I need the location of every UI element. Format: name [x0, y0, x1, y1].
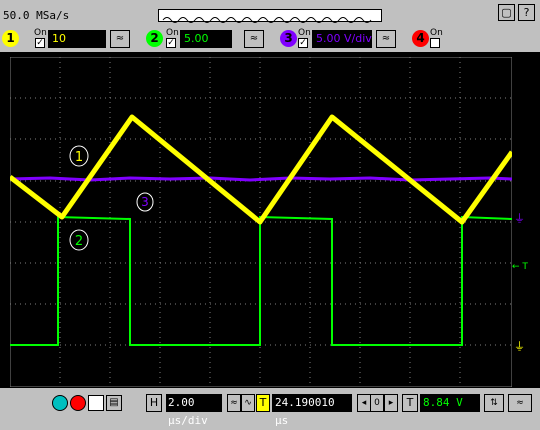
- channel-2-on-label: On: [166, 28, 179, 38]
- channel-3-checkbox[interactable]: ✓: [298, 38, 308, 48]
- channel-2-badge[interactable]: 2: [146, 30, 163, 47]
- channel-1-ground-marker[interactable]: ⏚: [514, 338, 525, 354]
- delay-left-icon[interactable]: ◂: [357, 394, 371, 412]
- timebase-badge[interactable]: H: [146, 394, 162, 412]
- sample-rate: 50.0 MSa/s: [3, 9, 70, 22]
- channel-4-badge[interactable]: 4: [412, 30, 429, 47]
- channel-3-ground-marker[interactable]: ⏚: [514, 210, 525, 226]
- trigger-wave-icon[interactable]: ≈: [508, 394, 532, 412]
- channel-1-on-label: On: [34, 28, 47, 38]
- channel-1-wave-icon[interactable]: ≈: [110, 30, 130, 48]
- channel-2-wave-icon[interactable]: ≈: [244, 30, 264, 48]
- channel-2-checkbox[interactable]: ✓: [166, 38, 176, 48]
- run-icon[interactable]: [52, 395, 68, 411]
- acquisition-progress: [158, 9, 382, 23]
- single-icon[interactable]: [88, 395, 104, 411]
- acquisition-wave-icon: [162, 17, 372, 23]
- channel-1-vdiv[interactable]: 10 mV/div: [48, 30, 106, 63]
- timebase-value[interactable]: 2.00 µs/div: [166, 394, 222, 427]
- trigger-slope-icon[interactable]: ⇅: [484, 394, 504, 412]
- channel-3-on-label: On: [298, 28, 311, 38]
- channel-3-badge[interactable]: 3: [280, 30, 297, 47]
- svg-text:1: 1: [75, 150, 83, 165]
- channel-2-vdiv[interactable]: 5.00 V/div: [180, 30, 232, 63]
- svg-text:2: 2: [75, 234, 83, 249]
- waveform-graticule: 1 2 3: [10, 57, 512, 387]
- timebase-wave-icon[interactable]: ∿: [241, 394, 255, 412]
- delay-badge[interactable]: T: [256, 394, 270, 412]
- print-icon[interactable]: ▢: [498, 4, 515, 21]
- channel-2-marker: 2: [69, 229, 89, 251]
- help-icon[interactable]: ?: [518, 4, 535, 21]
- stop-icon[interactable]: [70, 395, 86, 411]
- top-toolbar: 50.0 MSa/s ▢ ?: [0, 0, 540, 26]
- svg-text:3: 3: [141, 195, 149, 209]
- trigger-level-value[interactable]: 8.84 V: [420, 394, 480, 412]
- channel-1-checkbox[interactable]: ✓: [35, 38, 45, 48]
- channel-4-on-label: On: [430, 28, 443, 38]
- timebase-mode-icon[interactable]: ≈: [227, 394, 241, 412]
- channel-3-wave-icon[interactable]: ≈: [376, 30, 396, 48]
- channel-1-marker: 1: [69, 145, 89, 167]
- channel-4-checkbox[interactable]: [430, 38, 440, 48]
- delay-right-icon[interactable]: ▸: [384, 394, 398, 412]
- trigger-level-marker[interactable]: ← T: [512, 262, 528, 272]
- delay-zero-icon[interactable]: 0: [370, 394, 384, 412]
- channel-1-trace: [10, 114, 512, 225]
- delay-value[interactable]: 24.190010 µs: [272, 394, 352, 427]
- print-screen-icon[interactable]: ▤: [106, 395, 122, 411]
- channel-3-vdiv[interactable]: 5.00 V/div: [312, 30, 372, 48]
- channel-3-marker: 3: [136, 192, 154, 212]
- channel-1-badge[interactable]: 1: [2, 30, 19, 47]
- trigger-badge[interactable]: T: [402, 394, 418, 412]
